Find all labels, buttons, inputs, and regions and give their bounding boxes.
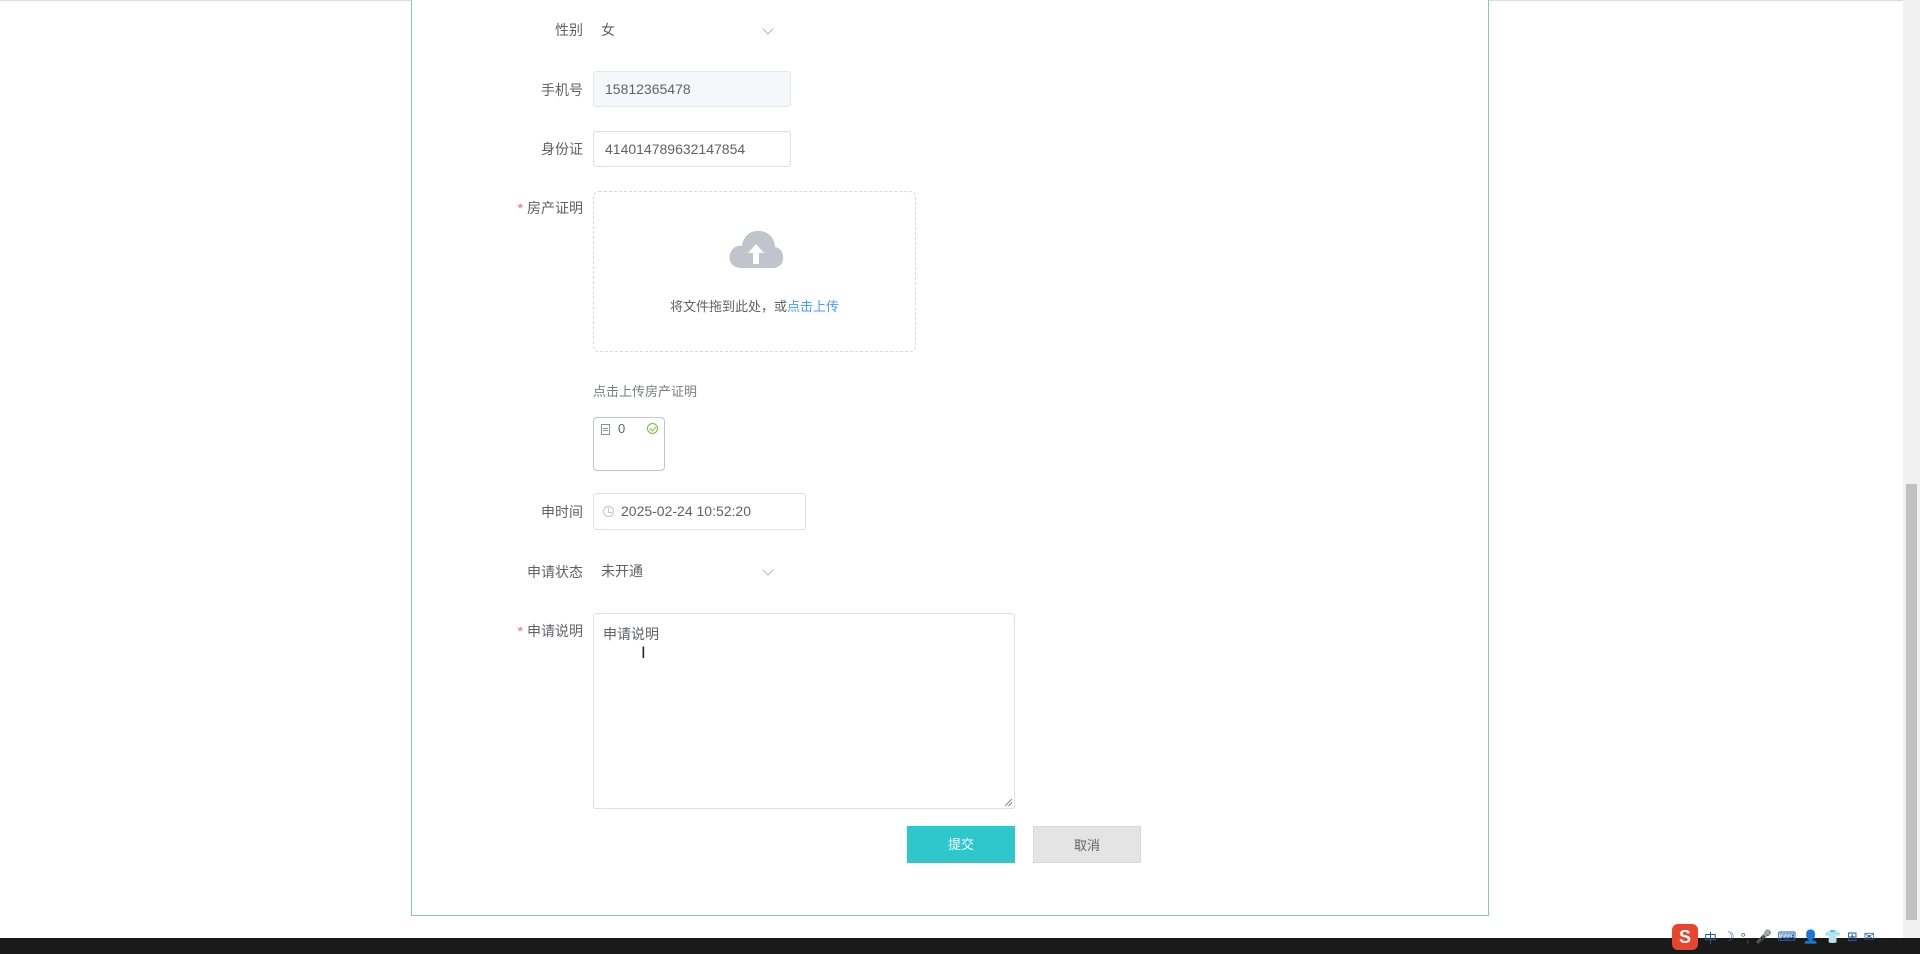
submit-button[interactable]: 提交 xyxy=(907,826,1015,863)
chevron-down-icon xyxy=(762,564,774,576)
apply-desc-label: * 申请说明 xyxy=(517,623,583,639)
apply-desc-textarea[interactable]: 申请说明 xyxy=(593,613,1015,809)
apply-status-label: 申请状态 xyxy=(527,564,583,580)
microphone-icon[interactable]: 🎤 xyxy=(1755,929,1771,945)
cloud-upload-icon xyxy=(729,230,784,268)
clock-icon xyxy=(603,506,614,517)
uploaded-file-card[interactable]: 0 xyxy=(593,417,665,471)
sogou-logo-icon[interactable]: S xyxy=(1672,924,1698,950)
chevron-down-icon xyxy=(762,23,774,35)
user-icon[interactable]: 👤 xyxy=(1802,929,1818,945)
id-card-label: 身份证 xyxy=(541,141,583,157)
id-card-value: 414014789632147854 xyxy=(605,141,746,157)
success-check-icon xyxy=(647,423,658,434)
taskbar xyxy=(0,938,1920,954)
required-mark: * xyxy=(517,200,523,216)
document-icon xyxy=(601,424,610,435)
moon-icon[interactable]: ☽ xyxy=(1723,929,1735,945)
apply-time-picker[interactable]: 2025-02-24 10:52:20 xyxy=(593,493,806,530)
file-name: 0 xyxy=(618,421,626,436)
upload-tip: 点击上传房产证明 xyxy=(593,384,698,399)
required-mark: * xyxy=(517,623,523,639)
skin-icon[interactable]: 👕 xyxy=(1825,929,1841,945)
apply-desc-value: 申请说明 xyxy=(603,626,659,642)
text-cursor-icon: I xyxy=(641,643,646,662)
gender-value: 女 xyxy=(601,22,615,38)
toolbox-icon[interactable]: ✉ xyxy=(1864,929,1875,945)
apply-status-select[interactable]: 未开通 xyxy=(593,553,780,589)
page-viewport: 性别 女 手机号 15812365478 身份证 414014789632147… xyxy=(0,0,1920,954)
ime-mode-toggle[interactable]: 中 xyxy=(1704,928,1717,947)
apply-time-value: 2025-02-24 10:52:20 xyxy=(621,503,751,519)
id-card-field[interactable]: 414014789632147854 xyxy=(593,131,791,167)
scrollbar-thumb[interactable] xyxy=(1906,484,1917,920)
apply-status-value: 未开通 xyxy=(601,563,643,579)
keyboard-icon[interactable]: ⌨ xyxy=(1778,929,1797,945)
upload-instructions: 将文件拖到此处，或点击上传 xyxy=(669,299,840,314)
ime-toolbar[interactable]: S 中 ☽ °, 🎤 ⌨ 👤 👕 ⊞ ✉ xyxy=(1672,922,1875,952)
click-upload-link[interactable]: 点击上传 xyxy=(787,299,839,314)
vertical-scrollbar[interactable] xyxy=(1903,0,1920,938)
phone-label: 手机号 xyxy=(541,82,583,98)
gender-label: 性别 xyxy=(555,22,583,38)
resize-handle-icon[interactable] xyxy=(1005,799,1012,806)
property-proof-label: * 房产证明 xyxy=(517,200,583,216)
phone-field[interactable]: 15812365478 xyxy=(593,71,791,107)
phone-value: 15812365478 xyxy=(605,81,691,97)
gender-select[interactable]: 女 xyxy=(593,12,780,48)
cancel-button[interactable]: 取消 xyxy=(1033,826,1141,863)
property-proof-dropzone[interactable]: 将文件拖到此处，或点击上传 xyxy=(593,191,916,352)
apply-time-label: 申时间 xyxy=(541,504,583,520)
grid-icon[interactable]: ⊞ xyxy=(1847,929,1858,945)
punctuation-icon[interactable]: °, xyxy=(1741,930,1750,945)
